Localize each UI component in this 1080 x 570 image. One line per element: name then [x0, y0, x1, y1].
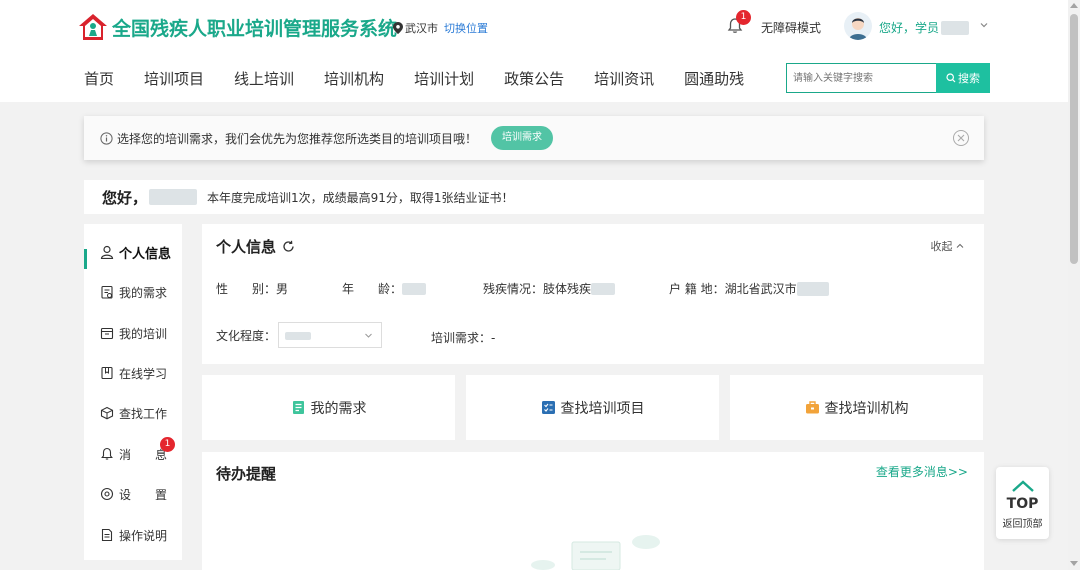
- avatar-person-icon: [849, 18, 867, 40]
- education-field: 文化程度：: [216, 322, 383, 348]
- chevron-down-icon[interactable]: [979, 20, 989, 30]
- my-demand-card[interactable]: 我的需求: [202, 375, 455, 440]
- document-icon: [101, 528, 113, 542]
- masked-username: [941, 20, 970, 35]
- sidebar-item-my-training[interactable]: 我的培训: [84, 313, 182, 353]
- current-location: 武汉市: [405, 22, 438, 35]
- accessibility-mode-toggle[interactable]: 无障碍模式: [761, 19, 821, 36]
- sidebar-item-find-job[interactable]: 查找工作: [84, 393, 182, 433]
- nav-home[interactable]: 首页: [84, 68, 114, 89]
- settings-icon: [100, 487, 114, 501]
- switch-location-link[interactable]: 切换位置: [444, 20, 488, 36]
- book-icon: [101, 366, 113, 380]
- folder-icon: [100, 327, 114, 340]
- sidebar-item-profile[interactable]: 个人信息: [84, 232, 182, 272]
- back-to-top-button[interactable]: TOP 返回顶部: [996, 467, 1049, 539]
- search-input[interactable]: [786, 63, 936, 93]
- info-icon: [100, 131, 113, 145]
- nav-yuantong-aid[interactable]: 圆通助残: [684, 68, 744, 89]
- cube-icon: [100, 406, 114, 420]
- messages-badge: 1: [160, 437, 175, 452]
- site-header: 全国残疾人职业培训管理服务系统 武汉市 切换位置 1 无障碍模式 您好，学员 首…: [0, 0, 1068, 102]
- masked-district: [796, 281, 829, 296]
- site-logo[interactable]: 全国残疾人职业培训管理服务系统: [78, 12, 397, 42]
- user-center-sidebar: 个人信息 我的需求 我的培训 在线学习 查找工作 消 息 1 设 置 操作说明: [84, 224, 182, 560]
- empty-state-illustration: [531, 535, 660, 570]
- search-icon: [946, 73, 956, 83]
- nav-training-plans[interactable]: 培训计划: [414, 68, 474, 89]
- scroll-down-arrow[interactable]: [1070, 561, 1078, 566]
- scrollbar-thumb[interactable]: [1070, 14, 1078, 264]
- bell-icon: [101, 447, 113, 460]
- todo-title: 待办提醒: [216, 465, 277, 483]
- todo-reminders-panel: 待办提醒 查看更多消息>>: [202, 452, 984, 570]
- user-greeting[interactable]: 您好，学员: [879, 19, 970, 36]
- household-field: 户 籍 地： 湖北省武汉市: [669, 280, 829, 297]
- find-training-institution-card[interactable]: 查找培训机构: [730, 375, 983, 440]
- masked-education: [285, 332, 312, 340]
- checklist-icon: [541, 401, 555, 414]
- search-bar: 搜索: [786, 63, 990, 93]
- sidebar-item-online-learning[interactable]: 在线学习: [84, 353, 182, 393]
- training-demand-notice: 选择您的培训需求，我们会优先为您推荐您所选类目的培训项目哦！ 培训需求: [84, 116, 984, 160]
- annual-summary: 本年度完成培训1次，成绩最高91分，取得1张结业证书！: [207, 190, 514, 205]
- collapse-toggle[interactable]: 收起: [931, 238, 965, 254]
- chevron-up-icon: [956, 243, 964, 248]
- masked-age: [402, 282, 427, 295]
- location-pin-icon: [393, 22, 403, 34]
- education-select[interactable]: [278, 322, 383, 348]
- nav-training-news[interactable]: 培训资讯: [594, 68, 654, 89]
- welcome-greeting: 您好，: [102, 188, 148, 207]
- scroll-up-arrow[interactable]: [1070, 3, 1078, 8]
- location-selector: 武汉市 切换位置: [393, 20, 488, 36]
- masked-disability-level: [591, 282, 616, 295]
- sidebar-item-instructions[interactable]: 操作说明: [84, 515, 182, 555]
- age-field: 年 龄：: [342, 280, 427, 297]
- training-demand-button[interactable]: 培训需求: [491, 126, 554, 150]
- nav-training-projects[interactable]: 培训项目: [144, 68, 204, 89]
- gender-field: 性 别：男: [216, 282, 289, 296]
- nav-online-training[interactable]: 线上培训: [234, 68, 294, 89]
- view-more-messages-link[interactable]: 查看更多消息>>: [876, 463, 968, 480]
- search-button[interactable]: 搜索: [936, 63, 990, 93]
- site-title: 全国残疾人职业培训管理服务系统: [112, 17, 398, 40]
- masked-user-name: [149, 189, 198, 205]
- close-icon[interactable]: [952, 129, 970, 147]
- main-nav: 首页 培训项目 线上培训 培训机构 培训计划 政策公告 培训资讯 圆通助残: [84, 68, 774, 89]
- welcome-summary: 您好， 本年度完成培训1次，成绩最高91分，取得1张结业证书！: [84, 180, 984, 214]
- notification-badge: 1: [736, 10, 751, 25]
- user-icon: [100, 245, 114, 259]
- nav-training-institutions[interactable]: 培训机构: [324, 68, 384, 89]
- user-avatar[interactable]: [844, 12, 872, 40]
- chevron-down-icon: [365, 333, 372, 338]
- briefcase-icon: [805, 401, 819, 414]
- form-icon: [292, 401, 304, 414]
- logo-house-icon: [79, 14, 107, 40]
- profile-panel-title: 个人信息: [216, 236, 295, 257]
- training-demand-field: 培训需求： -: [431, 330, 496, 346]
- chevron-up-icon: [1011, 480, 1034, 492]
- notice-text: 选择您的培训需求，我们会优先为您推荐您所选类目的培训项目哦！: [117, 131, 478, 146]
- clipboard-icon: [101, 285, 113, 299]
- find-training-project-card[interactable]: 查找培训项目: [466, 375, 719, 440]
- nav-policy-announcements[interactable]: 政策公告: [504, 68, 564, 89]
- sidebar-item-settings[interactable]: 设 置: [84, 474, 182, 514]
- disability-field: 残疾情况： 肢体残疾: [483, 280, 616, 297]
- sidebar-item-my-demand[interactable]: 我的需求: [84, 272, 182, 312]
- page-scrollbar[interactable]: [1068, 0, 1080, 570]
- profile-panel: 个人信息 收起 性 别：男 年 龄： 残疾情况： 肢体残疾 户 籍 地： 湖北省武汉…: [202, 224, 984, 364]
- refresh-icon[interactable]: [282, 240, 295, 253]
